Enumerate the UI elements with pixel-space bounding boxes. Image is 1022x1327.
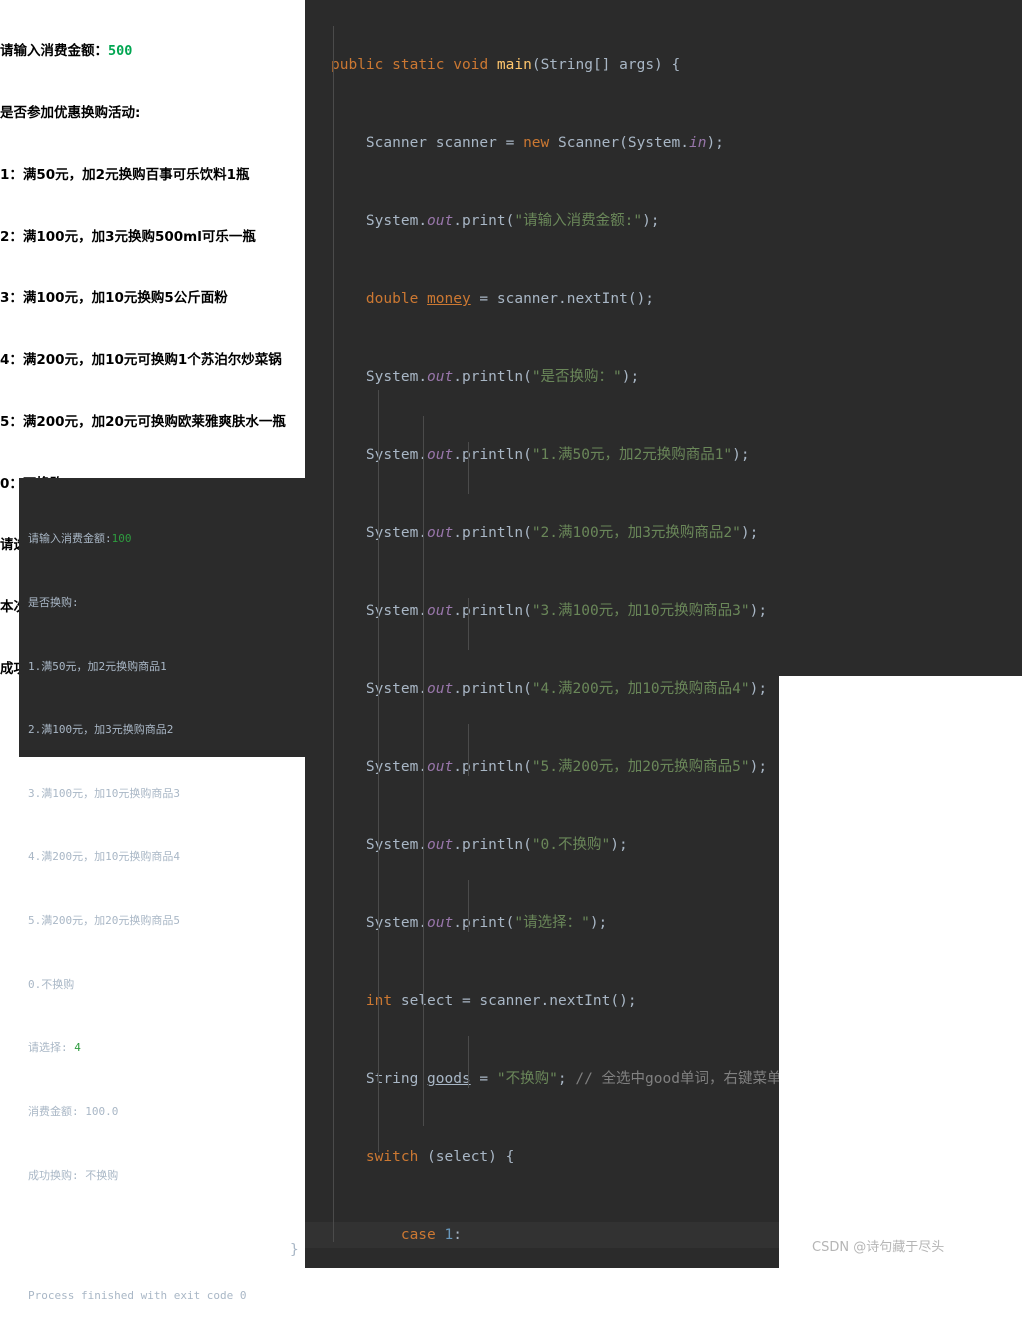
console-line: 3.满100元，加10元换购商品3	[28, 783, 310, 804]
output-line-text: 3：满100元，加10元换购5公斤面粉	[0, 290, 228, 307]
output-line: 1：满50元，加2元换购百事可乐饮料1瓶	[0, 165, 300, 186]
output-line: 请输入消费金额：500	[0, 41, 300, 62]
console-line-text: 0.不换购	[28, 977, 75, 991]
console-line: 2.满100元，加3元换购商品2	[28, 719, 310, 740]
code-line[interactable]: System.out.println("是否换购：");	[305, 364, 1022, 390]
console-line-text: 4.满200元，加10元换购商品4	[28, 850, 180, 864]
code-line[interactable]: System.out.print("请输入消费金额:");	[305, 208, 1022, 234]
console-line: 是否换购:	[28, 592, 310, 613]
editor-notch-mask	[779, 676, 1022, 1268]
console-line: 0.不换购	[28, 974, 310, 995]
console-line-text: 2.满100元，加3元换购商品2	[28, 723, 174, 737]
console-line-text: 1.满50元，加2元换购商品1	[28, 659, 167, 673]
console-exit-message: Process finished with exit code 0	[28, 1288, 247, 1302]
console-line-value: 4	[74, 1041, 81, 1055]
console-line: 请选择: 4	[28, 1037, 310, 1058]
output-line: 5：满200元，加20元可换购欧莱雅爽肤水一瓶	[0, 412, 300, 433]
console-line: 5.满200元，加20元换购商品5	[28, 910, 310, 931]
run-console-window[interactable]: 请输入消费金额:100 是否换购: 1.满50元，加2元换购商品1 2.满100…	[19, 478, 310, 1302]
console-line: 请输入消费金额:100	[28, 528, 310, 549]
console-line-text: 5.满200元，加20元换购商品5	[28, 914, 180, 928]
console-line-text: 成功换购: 不换购	[28, 1168, 119, 1182]
output-line: 2：满100元，加3元换购500ml可乐一瓶	[0, 227, 300, 248]
console-line-text: 请输入消费金额:	[28, 532, 112, 546]
console-line-text: 消费金额: 100.0	[28, 1104, 119, 1118]
code-line[interactable]: System.out.println("3.满100元，加10元换购商品3");	[305, 598, 1022, 624]
output-line-text: 2：满100元，加3元换购500ml可乐一瓶	[0, 228, 256, 245]
code-line[interactable]: System.out.println("1.满50元，加2元换购商品1");	[305, 442, 1022, 468]
output-line-text: 是否参加优惠换购活动:	[0, 104, 141, 121]
console-line-text: 请选择:	[28, 1041, 75, 1055]
output-line-text: 5：满200元，加20元可换购欧莱雅爽肤水一瓶	[0, 413, 286, 430]
code-line[interactable]: System.out.println("2.满100元，加3元换购商品2");	[305, 520, 1022, 546]
console-line: 1.满50元，加2元换购商品1	[28, 656, 310, 677]
csdn-watermark: CSDN @诗句藏于尽头	[812, 1240, 945, 1255]
code-line[interactable]: public static void main(String[] args) {	[305, 52, 1022, 78]
output-line: 3：满100元，加10元换购5公斤面粉	[0, 288, 300, 309]
output-line-value: 500	[108, 43, 133, 60]
console-line: 成功换购: 不换购	[28, 1165, 310, 1186]
console-line-text: 3.满100元，加10元换购商品3	[28, 786, 180, 800]
output-line: 是否参加优惠换购活动:	[0, 103, 300, 124]
output-line: 4：满200元，加10元可换购1个苏泊尔炒菜锅	[0, 350, 300, 371]
console-line-value: 100	[111, 532, 132, 546]
console-line: 4.满200元，加10元换购商品4	[28, 846, 310, 867]
output-line-text: 4：满200元，加10元可换购1个苏泊尔炒菜锅	[0, 352, 282, 369]
console-line: 消费金额: 100.0	[28, 1101, 310, 1122]
output-line-text: 请输入消费金额：	[0, 43, 108, 60]
code-line[interactable]: Scanner scanner = new Scanner(System.in)…	[305, 130, 1022, 156]
output-line-text: 1：满50元，加2元换购百事可乐饮料1瓶	[0, 166, 250, 183]
code-line[interactable]: double money = scanner.nextInt();	[305, 286, 1022, 312]
console-line-text: 是否换购:	[28, 596, 79, 610]
